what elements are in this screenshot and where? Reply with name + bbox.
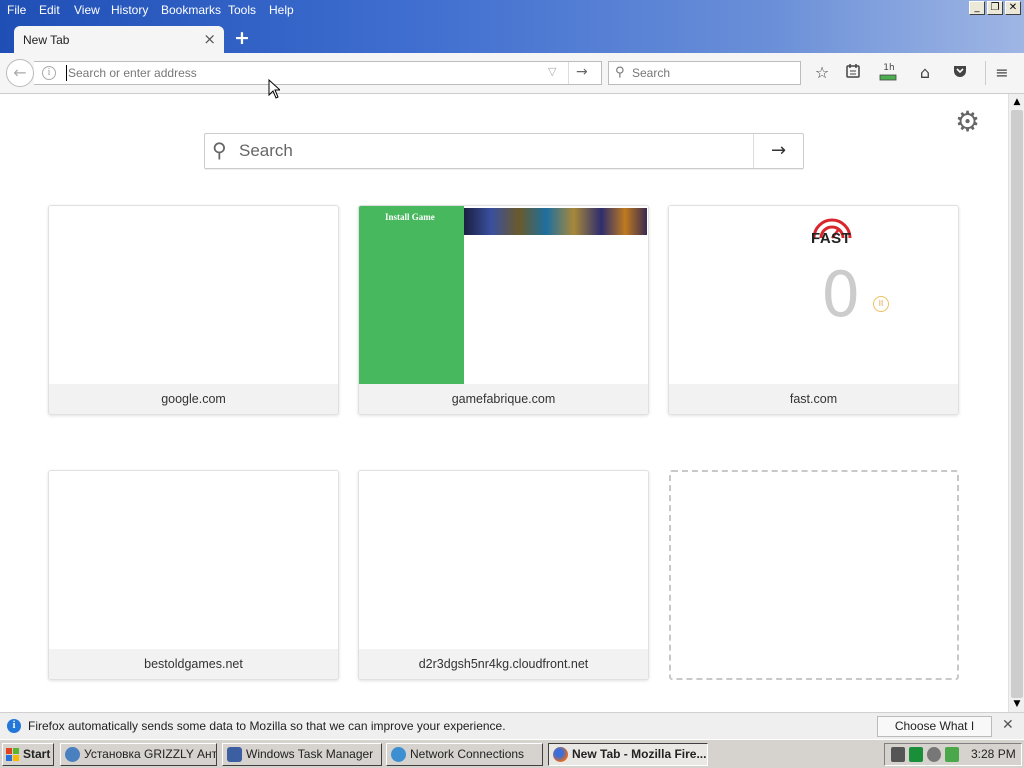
firefox-icon xyxy=(553,747,568,762)
taskbar-item-grizzly[interactable]: Установка GRIZZLY Ант... xyxy=(60,743,217,766)
tab-strip: New Tab × + xyxy=(0,22,1024,53)
notification-text: Firefox automatically sends some data to… xyxy=(28,719,506,733)
menu-bar: File Edit View History Bookmarks Tools H… xyxy=(0,0,1024,22)
tile-title: d2r3dgsh5nr4kg.cloudfront.net xyxy=(359,649,648,679)
pocket-icon[interactable] xyxy=(950,63,970,83)
back-button[interactable]: ← xyxy=(6,59,34,87)
tile-gamefabrique[interactable]: Install Game gamefabrique.com xyxy=(358,205,649,415)
start-button[interactable]: Start xyxy=(2,743,54,766)
star-icon[interactable]: ☆ xyxy=(812,63,832,83)
newtab-search-go-button[interactable]: → xyxy=(753,134,803,168)
search-input[interactable] xyxy=(632,66,792,80)
notification-bar: i Firefox automatically sends some data … xyxy=(0,712,1024,752)
menu-edit[interactable]: Edit xyxy=(39,3,60,17)
tile-thumbnail xyxy=(49,206,338,384)
download-badge: 1h xyxy=(883,63,895,73)
task-label: New Tab - Mozilla Fire... xyxy=(572,747,707,761)
minimize-button[interactable]: _ xyxy=(969,1,985,15)
tile-fast[interactable]: FAST 0 II fast.com xyxy=(668,205,959,415)
menu-help[interactable]: Help xyxy=(269,3,294,17)
tile-bestoldgames[interactable]: bestoldgames.net xyxy=(48,470,339,680)
vertical-scrollbar[interactable]: ▲ ▼ xyxy=(1008,94,1024,712)
menu-history[interactable]: History xyxy=(111,3,148,17)
tile-cloudfront[interactable]: d2r3dgsh5nr4kg.cloudfront.net xyxy=(358,470,649,680)
url-bar[interactable]: i ▽ → xyxy=(34,61,602,85)
newtab-search-input[interactable] xyxy=(239,141,739,161)
choose-what-i-share-button[interactable]: Choose What I Share xyxy=(877,716,992,752)
taskbar-item-task-manager[interactable]: Windows Task Manager xyxy=(222,743,382,766)
search-icon: ⚲ xyxy=(615,65,625,80)
tile-title: fast.com xyxy=(669,384,958,414)
keyboard-icon[interactable] xyxy=(891,747,905,762)
tab-new-tab[interactable]: New Tab × xyxy=(14,26,224,53)
gamefabrique-green-panel: Install Game xyxy=(359,206,464,384)
tile-thumbnail xyxy=(359,471,648,649)
tab-close-icon[interactable]: × xyxy=(203,30,216,48)
nav-bar: i ▽ → ← ⚲ ☆ 1h ⌂ ≡ xyxy=(0,53,1024,94)
tile-thumbnail: FAST 0 II xyxy=(669,206,958,384)
network-tray-icon[interactable] xyxy=(945,747,959,762)
tile-title: bestoldgames.net xyxy=(49,649,338,679)
start-label: Start xyxy=(23,747,51,761)
task-label: Network Connections xyxy=(410,747,525,761)
taskbar-item-network-connections[interactable]: Network Connections xyxy=(386,743,543,766)
sync-icon[interactable] xyxy=(927,747,941,762)
fast-logo-text: FAST xyxy=(811,230,852,247)
task-label: Windows Task Manager xyxy=(246,747,374,761)
home-icon[interactable]: ⌂ xyxy=(915,63,935,83)
search-bar[interactable]: ⚲ xyxy=(608,61,801,85)
tab-label: New Tab xyxy=(23,33,70,47)
pause-icon: II xyxy=(873,296,889,312)
windows-logo-icon xyxy=(6,748,19,761)
new-tab-button[interactable]: + xyxy=(234,27,250,49)
new-tab-page: ⚙ ⚲ → google.com Install Game gamefabriq… xyxy=(0,94,1008,712)
clock[interactable]: 3:28 PM xyxy=(971,747,1016,761)
restore-button[interactable]: ❐ xyxy=(987,1,1003,15)
notification-close-icon[interactable]: ✕ xyxy=(1002,717,1014,733)
window-controls: _ ❐ ✕ xyxy=(969,1,1021,15)
menu-bookmarks[interactable]: Bookmarks xyxy=(161,3,221,17)
dropdown-icon[interactable]: ▽ xyxy=(548,65,556,78)
reading-list-icon[interactable] xyxy=(843,63,863,83)
info-icon[interactable]: i xyxy=(42,66,56,80)
back-icon: ← xyxy=(13,63,27,82)
tile-google[interactable]: google.com xyxy=(48,205,339,415)
tile-thumbnail xyxy=(49,471,338,649)
menu-icon[interactable]: ≡ xyxy=(992,63,1012,83)
installer-icon xyxy=(65,747,80,762)
mouse-cursor-icon xyxy=(268,79,280,99)
menu-tools[interactable]: Tools xyxy=(228,3,256,17)
settings-gear-icon[interactable]: ⚙ xyxy=(955,107,980,137)
close-window-button[interactable]: ✕ xyxy=(1005,1,1021,15)
tile-title: gamefabrique.com xyxy=(359,384,648,414)
scroll-down-icon[interactable]: ▼ xyxy=(1011,698,1023,710)
network-icon xyxy=(391,747,406,762)
install-game-label: Install Game xyxy=(385,212,435,222)
taskbar: Start Установка GRIZZLY Ант... Windows T… xyxy=(0,739,1024,768)
newtab-search-box[interactable]: ⚲ → xyxy=(204,133,804,169)
tile-thumbnail: Install Game xyxy=(359,206,648,384)
menu-view[interactable]: View xyxy=(74,3,100,17)
url-input[interactable] xyxy=(66,65,536,81)
toolbar-separator xyxy=(985,61,986,85)
taskbar-item-firefox[interactable]: New Tab - Mozilla Fire... xyxy=(548,743,708,766)
tile-title: google.com xyxy=(49,384,338,414)
speed-value: 0 xyxy=(821,258,861,331)
system-tray: 3:28 PM xyxy=(884,743,1022,766)
go-arrow-icon[interactable]: → xyxy=(576,64,588,80)
search-icon: ⚲ xyxy=(212,138,227,162)
url-separator xyxy=(568,62,569,84)
gamefabrique-banner-image xyxy=(464,208,647,235)
green-status-icon[interactable] xyxy=(909,747,923,762)
menu-file[interactable]: File xyxy=(7,3,26,17)
scrollbar-thumb[interactable] xyxy=(1011,110,1023,698)
download-icon[interactable]: 1h xyxy=(879,63,899,83)
task-manager-icon xyxy=(227,747,242,762)
scroll-up-icon[interactable]: ▲ xyxy=(1011,96,1023,108)
info-icon: i xyxy=(7,719,21,733)
task-label: Установка GRIZZLY Ант... xyxy=(84,747,217,761)
tile-empty-placeholder xyxy=(669,470,959,680)
